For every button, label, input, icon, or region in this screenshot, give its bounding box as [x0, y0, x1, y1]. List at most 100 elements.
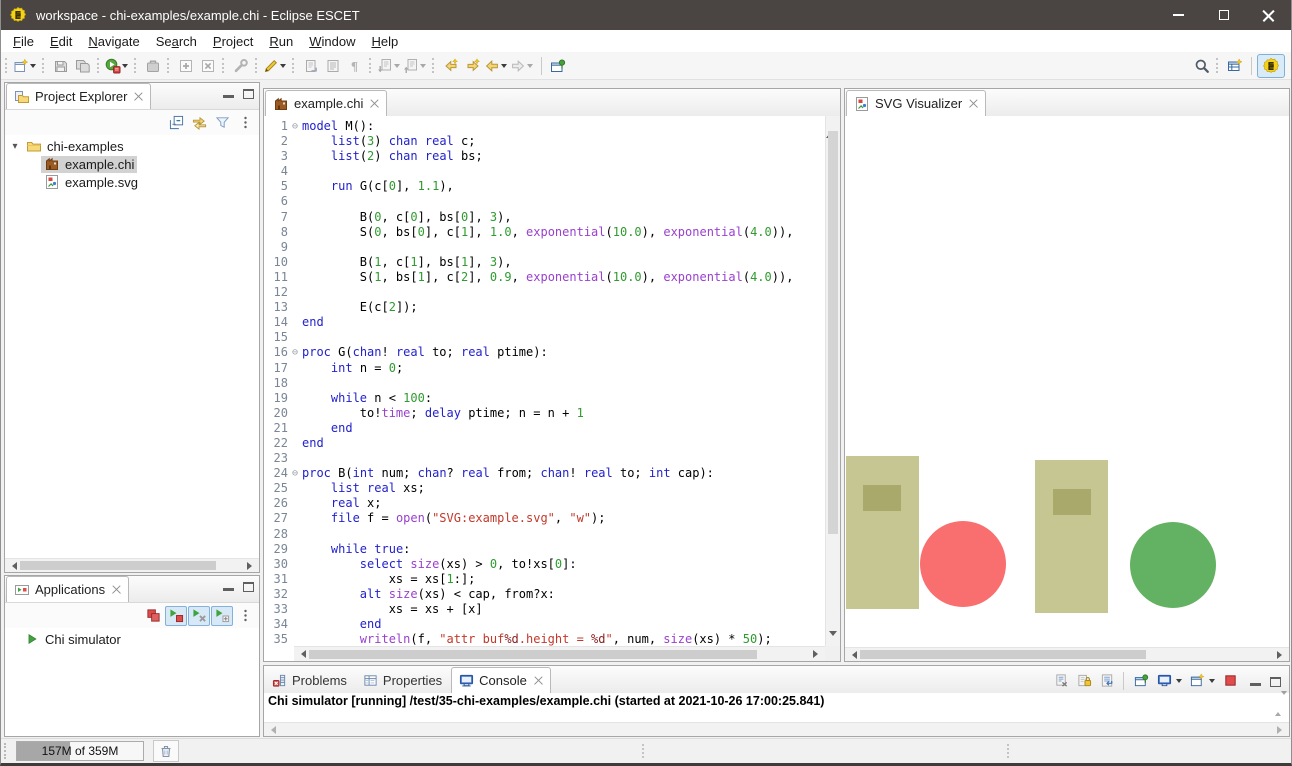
display-console-button[interactable]: [1153, 671, 1175, 691]
menu-navigate[interactable]: Navigate: [80, 32, 147, 51]
view-menu-button[interactable]: [234, 113, 256, 133]
scroll-left-icon[interactable]: [848, 651, 857, 659]
fold-collapse-icon[interactable]: ⊖: [288, 119, 302, 134]
close-tab-icon[interactable]: [112, 585, 121, 594]
next-annotation-dropdown[interactable]: [394, 64, 400, 68]
fold-collapse-icon[interactable]: ⊖: [288, 345, 302, 360]
maximize-view-icon[interactable]: [243, 89, 254, 99]
menu-help[interactable]: Help: [363, 32, 406, 51]
scroll-lock-button[interactable]: [1073, 671, 1095, 691]
tab-project-explorer[interactable]: Project Explorer: [6, 83, 151, 109]
prev-annotation-dropdown[interactable]: [420, 64, 426, 68]
toolbar-grip[interactable]: [97, 58, 101, 73]
minimize-button[interactable]: [1156, 0, 1201, 30]
editor-hscrollbar[interactable]: [294, 646, 825, 661]
tree-item-chi-examples[interactable]: ▾chi-examples: [5, 137, 259, 155]
toolbar-grip[interactable]: [5, 58, 9, 73]
scroll-left-icon[interactable]: [8, 562, 17, 570]
toolbar-grip[interactable]: [42, 58, 46, 73]
console-hscrollbar[interactable]: [264, 722, 1289, 736]
scroll-right-icon[interactable]: [813, 650, 822, 658]
auto-remove-button[interactable]: [188, 606, 210, 626]
auto-expand-button[interactable]: [211, 606, 233, 626]
clear-console-button[interactable]: [1050, 671, 1072, 691]
svg-hscrollbar[interactable]: [845, 647, 1289, 661]
scroll-down-icon[interactable]: [829, 631, 837, 640]
doc-sync-button[interactable]: [300, 55, 322, 77]
back-history-button[interactable]: [484, 55, 510, 77]
scroll-thumb[interactable]: [860, 650, 1146, 659]
garbage-collect-button[interactable]: [153, 740, 179, 762]
menu-window[interactable]: Window: [301, 32, 363, 51]
tab-example-chi[interactable]: example.chi: [265, 90, 387, 116]
statusbar-grip[interactable]: [4, 743, 8, 759]
collapse-chevron-icon[interactable]: ▾: [7, 141, 23, 152]
minimize-view-icon[interactable]: [223, 95, 234, 98]
link-editor-button[interactable]: [188, 113, 210, 133]
pen-button[interactable]: [263, 55, 289, 77]
prev-annotation-button[interactable]: [403, 55, 429, 77]
toolbar-grip[interactable]: [167, 58, 171, 73]
word-wrap-button[interactable]: [1096, 671, 1118, 691]
tab-svg-visualizer[interactable]: SVG Visualizer: [846, 90, 986, 116]
run-last-button[interactable]: [105, 55, 131, 77]
scroll-thumb[interactable]: [828, 131, 838, 534]
toolbar-grip[interactable]: [134, 58, 138, 73]
run-last-dropdown[interactable]: [122, 64, 128, 68]
toolbar-grip[interactable]: [369, 58, 373, 73]
maximize-view-icon[interactable]: [1270, 677, 1281, 687]
scroll-left-icon[interactable]: [297, 650, 306, 658]
escet-perspective-button[interactable]: [1257, 54, 1285, 78]
pin-console-button[interactable]: [1130, 671, 1152, 691]
collapse-all-button[interactable]: [165, 113, 187, 133]
cross-box-button[interactable]: [197, 55, 219, 77]
external-tools-button[interactable]: [142, 55, 164, 77]
tab-properties[interactable]: Properties: [355, 668, 450, 693]
close-tab-icon[interactable]: [969, 99, 978, 108]
scroll-thumb[interactable]: [20, 561, 216, 570]
save-all-button[interactable]: [72, 55, 94, 77]
forward-history-dropdown[interactable]: [527, 64, 533, 68]
scroll-down-icon[interactable]: [1281, 691, 1287, 716]
tab-console[interactable]: Console: [451, 667, 551, 693]
scroll-left-icon[interactable]: [267, 726, 276, 734]
back-history-dropdown[interactable]: [501, 64, 507, 68]
menu-edit[interactable]: Edit: [42, 32, 80, 51]
toolbar-grip[interactable]: [1216, 58, 1220, 73]
open-console-dropdown[interactable]: [1209, 679, 1215, 683]
fold-collapse-icon[interactable]: ⊖: [288, 466, 302, 481]
save-button[interactable]: [50, 55, 72, 77]
forward-history-button[interactable]: [510, 55, 536, 77]
open-perspective-button[interactable]: [1224, 55, 1246, 77]
auto-terminate-button[interactable]: [165, 606, 187, 626]
terminate-all-button[interactable]: [142, 606, 164, 626]
minimize-view-icon[interactable]: [1250, 683, 1261, 686]
tab-problems[interactable]: Problems: [264, 668, 355, 693]
toolbar-grip[interactable]: [432, 58, 436, 73]
statusbar-separator[interactable]: [642, 744, 646, 758]
plus-box-button[interactable]: [175, 55, 197, 77]
menu-file[interactable]: File: [5, 32, 42, 51]
scroll-right-icon[interactable]: [1277, 651, 1286, 659]
editor-vscrollbar[interactable]: [825, 116, 840, 646]
terminate-button[interactable]: [1219, 671, 1241, 691]
toolbar-grip[interactable]: [255, 58, 259, 73]
pin-editor-button[interactable]: [547, 55, 569, 77]
new-wizard-button[interactable]: [13, 55, 39, 77]
close-tab-icon[interactable]: [534, 676, 543, 685]
last-edit-location-button[interactable]: [440, 55, 462, 77]
statusbar-separator[interactable]: [1007, 744, 1011, 758]
maximize-view-icon[interactable]: [243, 582, 254, 592]
console-vscroll-arrows[interactable]: [1275, 695, 1288, 713]
scroll-right-icon[interactable]: [247, 562, 256, 570]
maximize-button[interactable]: [1201, 0, 1246, 30]
close-button[interactable]: [1246, 0, 1291, 30]
close-tab-icon[interactable]: [134, 92, 143, 101]
next-edit-location-button[interactable]: [462, 55, 484, 77]
menu-project[interactable]: Project: [205, 32, 261, 51]
new-wizard-dropdown[interactable]: [30, 64, 36, 68]
project-explorer-hscrollbar[interactable]: [5, 558, 259, 572]
menu-search[interactable]: Search: [148, 32, 205, 51]
tree-item-example-svg[interactable]: example.svg: [5, 173, 259, 191]
minimize-view-icon[interactable]: [223, 588, 234, 591]
